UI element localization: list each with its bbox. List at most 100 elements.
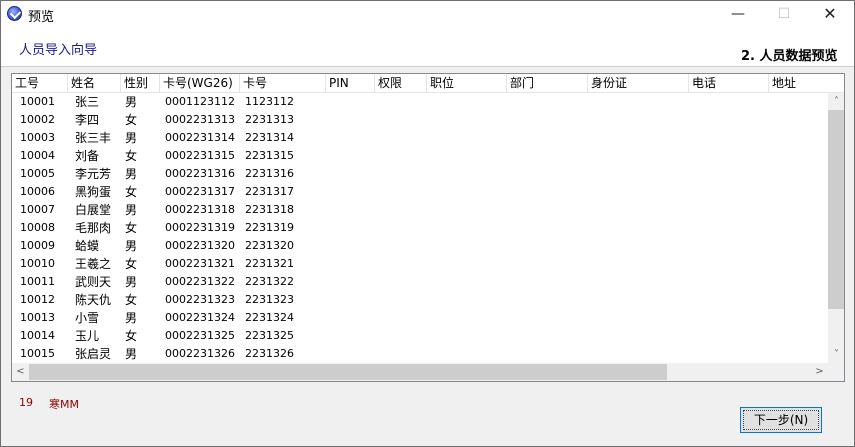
next-button[interactable]: 下一步(N) <box>740 407 822 433</box>
app-icon <box>7 6 22 21</box>
cell-card: 2231323 <box>245 293 294 306</box>
cell-card-wg26: 0002231321 <box>165 257 235 270</box>
column-header-position[interactable]: 职位 <box>427 74 507 93</box>
table-row[interactable]: 10004 刘备 女 0002231315 2231315 <box>12 147 828 165</box>
preview-window: 预览 — ☐ ✕ 人员导入向导 2. 人员数据预览 工号 姓名 性别 卡号(WG… <box>0 0 855 447</box>
cell-card: 2231317 <box>245 185 294 198</box>
cell-name: 小雪 <box>75 311 100 325</box>
cell-gender: 男 <box>125 95 138 109</box>
cell-card: 2231319 <box>245 221 294 234</box>
table-row[interactable]: 10001 张三 男 0001123112 1123112 <box>12 93 828 111</box>
cell-id: 10013 <box>20 311 55 324</box>
minimize-button[interactable]: — <box>715 1 761 27</box>
cell-card: 2231314 <box>245 131 294 144</box>
cell-card: 2231321 <box>245 257 294 270</box>
status-text: 寒MM <box>49 398 79 411</box>
cell-id: 10002 <box>20 113 55 126</box>
table-row[interactable]: 10003 张三丰 男 0002231314 2231314 <box>12 129 828 147</box>
cell-id: 10014 <box>20 329 55 342</box>
column-header-id-card[interactable]: 身份证 <box>588 74 689 93</box>
column-header-phone[interactable]: 电话 <box>689 74 769 93</box>
table-row[interactable]: 10005 李元芳 男 0002231316 2231316 <box>12 165 828 183</box>
cell-card-wg26: 0002231316 <box>165 167 235 180</box>
table-row[interactable]: 10012 陈天仇 女 0002231323 2231323 <box>12 291 828 309</box>
column-header-name[interactable]: 姓名 <box>68 74 121 93</box>
preview-table[interactable]: 工号 姓名 性别 卡号(WG26) 卡号 PIN 权限 职位 部门 身份证 电话… <box>11 73 845 382</box>
cell-gender: 男 <box>125 131 138 145</box>
table-row[interactable]: 10009 蛤蟆 男 0002231320 2231320 <box>12 237 828 255</box>
cell-card: 2231318 <box>245 203 294 216</box>
vertical-scroll-thumb[interactable] <box>828 110 844 309</box>
maximize-button[interactable]: ☐ <box>761 1 807 27</box>
cell-id: 10001 <box>20 95 55 108</box>
cell-name: 王羲之 <box>75 257 112 271</box>
cell-gender: 男 <box>125 167 138 181</box>
cell-card: 2231325 <box>245 329 294 342</box>
cell-name: 刘备 <box>75 149 100 163</box>
cell-id: 10012 <box>20 293 55 306</box>
table-row[interactable]: 10002 李四 女 0002231313 2231313 <box>12 111 828 129</box>
table-row[interactable]: 10013 小雪 男 0002231324 2231324 <box>12 309 828 327</box>
column-header-permission[interactable]: 权限 <box>375 74 427 93</box>
column-header-id[interactable]: 工号 <box>12 74 68 93</box>
cell-name: 黑狗蛋 <box>75 185 112 199</box>
cell-card-wg26: 0002231318 <box>165 203 235 216</box>
cell-id: 10009 <box>20 239 55 252</box>
table-body: 10001 张三 男 0001123112 1123112 10002 李四 女… <box>12 93 828 363</box>
cell-gender: 女 <box>125 185 138 199</box>
cell-gender: 女 <box>125 257 138 271</box>
scroll-down-arrow-icon[interactable]: ˅ <box>828 346 844 363</box>
cell-gender: 男 <box>125 203 138 217</box>
scroll-left-arrow-icon[interactable]: < <box>12 363 29 380</box>
horizontal-scroll-thumb[interactable] <box>29 364 667 380</box>
table-row[interactable]: 10008 毛那肉 女 0002231319 2231319 <box>12 219 828 237</box>
cell-card: 2231320 <box>245 239 294 252</box>
cell-card: 1123112 <box>245 95 294 108</box>
column-header-card-wg26[interactable]: 卡号(WG26) <box>160 74 240 93</box>
table-row[interactable]: 10011 武则天 男 0002231322 2231322 <box>12 273 828 291</box>
table-row[interactable]: 10010 王羲之 女 0002231321 2231321 <box>12 255 828 273</box>
table-row[interactable]: 10007 白展堂 男 0002231318 2231318 <box>12 201 828 219</box>
close-button[interactable]: ✕ <box>807 1 853 27</box>
cell-card-wg26: 0002231326 <box>165 347 235 360</box>
cell-card-wg26: 0001123112 <box>165 95 235 108</box>
cell-id: 10015 <box>20 347 55 360</box>
table-row[interactable]: 10006 黑狗蛋 女 0002231317 2231317 <box>12 183 828 201</box>
cell-card: 2231313 <box>245 113 294 126</box>
cell-name: 武则天 <box>75 275 112 289</box>
column-header-department[interactable]: 部门 <box>507 74 588 93</box>
cell-gender: 男 <box>125 311 138 325</box>
vertical-scrollbar[interactable]: ˄ ˅ <box>828 93 844 363</box>
cell-id: 10004 <box>20 149 55 162</box>
horizontal-scrollbar[interactable]: < > <box>12 363 828 381</box>
cell-card-wg26: 0002231319 <box>165 221 235 234</box>
cell-card-wg26: 0002231317 <box>165 185 235 198</box>
cell-card-wg26: 0002231323 <box>165 293 235 306</box>
scroll-up-arrow-icon[interactable]: ˄ <box>828 93 844 110</box>
cell-name: 李元芳 <box>75 167 112 181</box>
scrollbar-corner <box>828 363 844 381</box>
cell-gender: 女 <box>125 329 138 343</box>
column-header-pin[interactable]: PIN <box>326 74 375 93</box>
column-header-address[interactable]: 地址 <box>769 74 844 93</box>
cell-card-wg26: 0002231325 <box>165 329 235 342</box>
table-row[interactable]: 10015 张启灵 男 0002231326 2231326 <box>12 345 828 363</box>
cell-gender: 男 <box>125 275 138 289</box>
cell-card-wg26: 0002231313 <box>165 113 235 126</box>
table-row[interactable]: 10014 玉儿 女 0002231325 2231325 <box>12 327 828 345</box>
cell-card-wg26: 0002231315 <box>165 149 235 162</box>
scroll-right-arrow-icon[interactable]: > <box>811 363 828 380</box>
column-header-card[interactable]: 卡号 <box>240 74 326 93</box>
title-bar: 预览 — ☐ ✕ <box>1 1 854 27</box>
cell-name: 白展堂 <box>75 203 112 217</box>
cell-id: 10010 <box>20 257 55 270</box>
column-header-gender[interactable]: 性别 <box>121 74 160 93</box>
cell-card: 2231324 <box>245 311 294 324</box>
cell-name: 李四 <box>75 113 100 127</box>
cell-gender: 女 <box>125 293 138 307</box>
cell-name: 玉儿 <box>75 329 100 343</box>
cell-card-wg26: 0002231314 <box>165 131 235 144</box>
cell-card: 2231316 <box>245 167 294 180</box>
cell-id: 10006 <box>20 185 55 198</box>
cell-gender: 女 <box>125 149 138 163</box>
